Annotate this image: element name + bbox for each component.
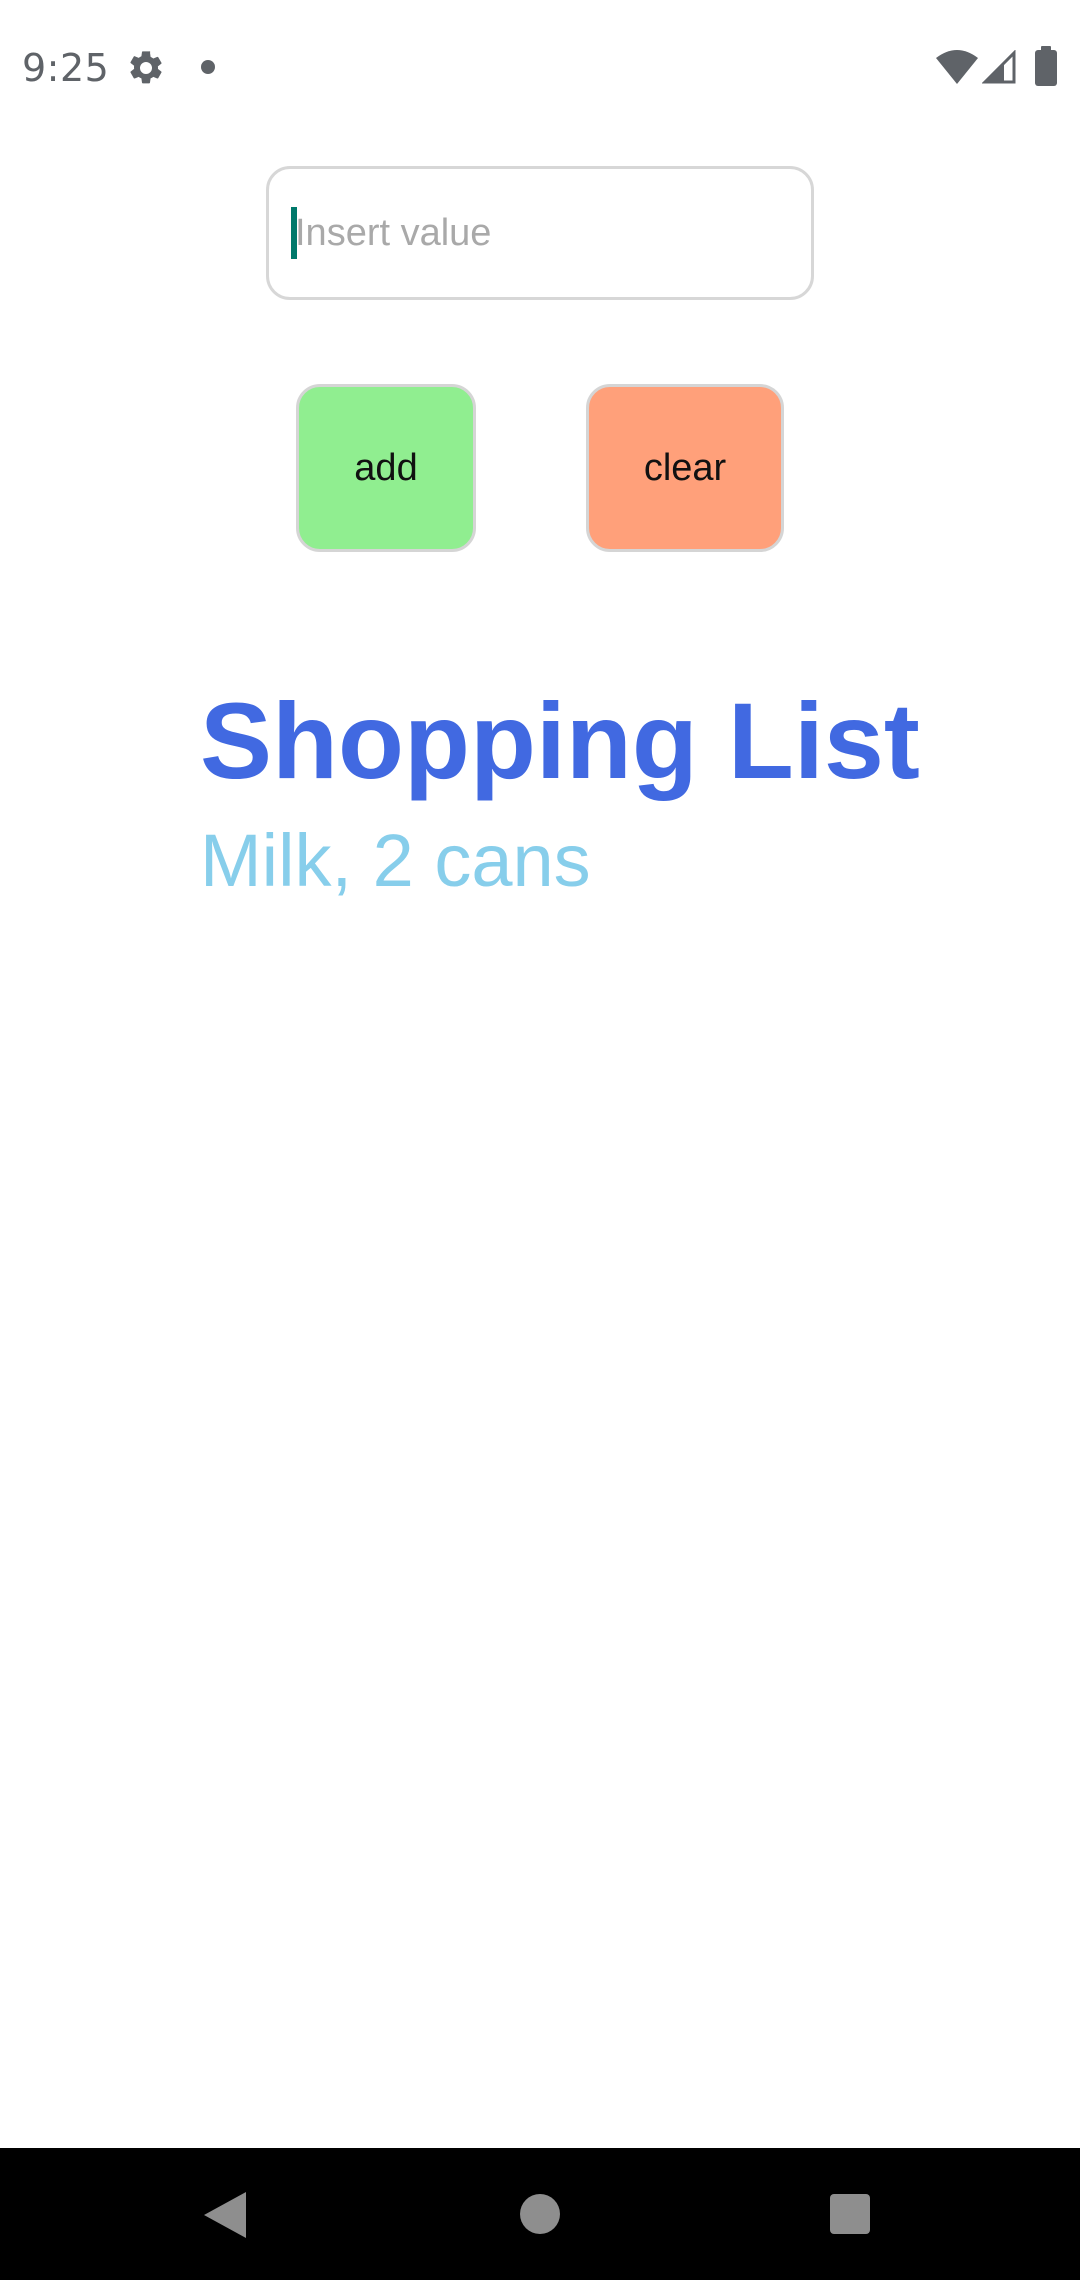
back-icon[interactable] bbox=[204, 2192, 246, 2238]
add-button[interactable]: add bbox=[296, 384, 476, 552]
list-item: Milk, 2 cans bbox=[200, 819, 591, 902]
text-cursor bbox=[291, 207, 297, 259]
status-time: 9:25 bbox=[22, 46, 110, 90]
navigation-bar bbox=[0, 2148, 1080, 2280]
value-input[interactable] bbox=[266, 166, 814, 300]
recents-icon[interactable] bbox=[830, 2194, 870, 2234]
shopping-list-title: Shopping List bbox=[200, 680, 920, 801]
clear-button[interactable]: clear bbox=[586, 384, 784, 552]
gear-icon bbox=[130, 51, 162, 84]
wifi-icon bbox=[936, 50, 978, 84]
battery-icon bbox=[1035, 46, 1057, 86]
cell-signal-icon bbox=[982, 50, 1016, 84]
home-icon[interactable] bbox=[520, 2194, 560, 2234]
notification-dot-icon bbox=[201, 60, 215, 74]
shopping-list: Milk, 2 cans bbox=[200, 816, 591, 906]
status-bar: 9:25 bbox=[0, 0, 1080, 132]
